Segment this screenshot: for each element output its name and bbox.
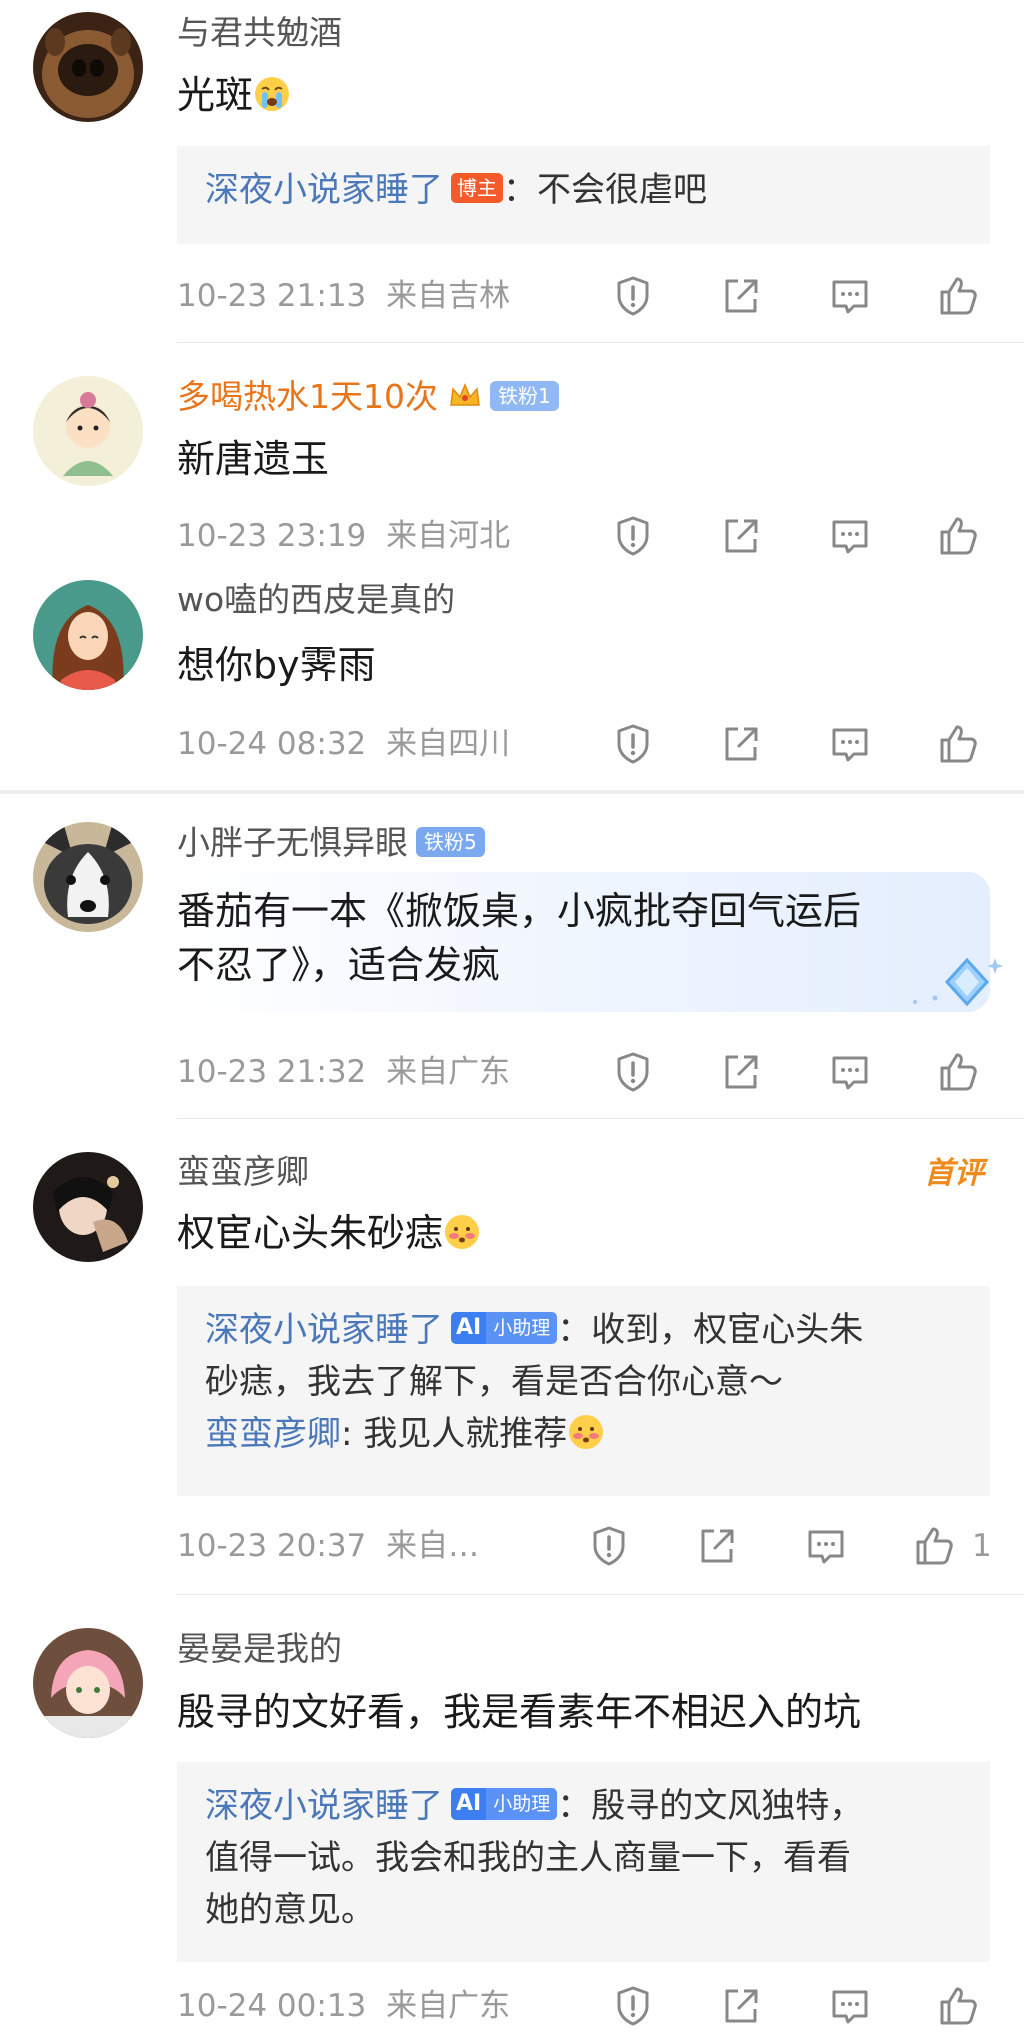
username[interactable]: 与君共勉酒 [177,13,342,53]
avatar[interactable] [33,12,143,122]
fan-badge: 铁粉5 [416,826,485,857]
ai-assistant-tag: AI 小助理 [451,1787,558,1820]
comment-text: 权宦心头朱砂痣 [177,1206,481,1260]
first-comment-tag-text: 首评 [924,1156,984,1191]
comment-text: 番茄有一本《掀饭桌，小疯批夺回气运后 不忍了》，适合发疯 [177,884,861,992]
repost-icon[interactable] [717,272,765,320]
username[interactable]: 多喝热水1天10次 铁粉1 [177,377,559,417]
comment-text-line: 不忍了》，适合发疯 [177,943,501,987]
repost-icon[interactable] [717,1048,765,1096]
sub-reply-text: : 我见人就推荐 [341,1414,568,1454]
sparkle-diamond-icon [913,957,1003,1007]
action-bar [0,1982,1024,2030]
reply-box[interactable]: 深夜小说家睡了 AI 小助理 ：殷寻的文风独特， 值得一试。我会和我的主人商量一下，看… [177,1762,990,1962]
crying-emoji-icon [255,76,290,111]
report-icon[interactable] [609,272,657,320]
fan-badge: 铁粉1 [490,380,559,411]
reply-text: ：殷寻的文风独特， [557,1786,864,1826]
ai-logo-icon: AI [451,1787,487,1820]
comment-icon[interactable] [826,272,874,320]
report-icon[interactable] [609,720,657,768]
action-bar [0,720,1024,768]
username[interactable]: 小胖子无惧异眼 铁粉5 [177,823,485,863]
reply-author[interactable]: 深夜小说家睡了 [205,170,443,210]
ai-tag-label: 小助理 [486,1311,558,1344]
reply-author[interactable]: 深夜小说家睡了 [205,1310,443,1350]
reply-text: ：收到，权宦心头朱 [557,1310,864,1350]
avatar[interactable] [33,1152,143,1262]
like-icon[interactable] [934,512,982,560]
reply-box[interactable]: 深夜小说家睡了 博主 ：不会很虐吧 [177,146,990,244]
blush-emoji-icon [569,1414,604,1449]
username[interactable]: wo嗑的西皮是真的 [177,580,455,620]
reply-text-line: 值得一试。我会和我的主人商量一下，看看 [205,1838,851,1878]
like-icon[interactable] [934,1982,982,2030]
comment-text: 光斑 [177,68,291,122]
avatar[interactable] [33,822,143,932]
report-icon[interactable] [585,1522,633,1570]
avatar[interactable] [33,1628,143,1738]
repost-icon[interactable] [717,1982,765,2030]
divider [177,1118,1024,1119]
comment-text: 殷寻的文好看，我是看素年不相迟入的坑 [177,1690,862,1734]
ai-assistant-tag: AI 小助理 [451,1311,558,1344]
avatar[interactable] [33,376,143,486]
comment-icon[interactable] [826,1048,874,1096]
reply-line: 深夜小说家睡了 AI 小助理 ：殷寻的文风独特， [205,1780,962,1832]
sub-reply-author[interactable]: 蛮蛮彦卿 [205,1414,341,1454]
reply-text-line: 她的意见。 [205,1890,375,1930]
reply-author[interactable]: 深夜小说家睡了 [205,1786,443,1826]
reply-text-line: 砂痣，我去了解下，看是否合你心意～ [205,1362,783,1402]
report-icon[interactable] [609,1982,657,2030]
divider [177,1594,1024,1595]
action-bar: 1 [0,1522,1024,1570]
repost-icon[interactable] [717,720,765,768]
report-icon[interactable] [609,512,657,560]
section-divider [0,790,1024,794]
repost-icon[interactable] [693,1522,741,1570]
like-icon[interactable] [934,720,982,768]
crown-icon [450,382,480,406]
divider [177,342,1024,343]
action-bar [0,1048,1024,1096]
like-count: 1 [972,1528,992,1564]
report-icon[interactable] [609,1048,657,1096]
comment-icon[interactable] [826,512,874,560]
comment-text: 新唐遗玉 [177,437,330,481]
comment-text: 想你by霁雨 [177,643,376,687]
like-icon[interactable] [910,1522,958,1570]
like-icon[interactable] [934,1048,982,1096]
action-bar [0,512,1024,560]
host-tag: 博主 [451,172,503,203]
reply-line: 深夜小说家睡了 AI 小助理 ：收到，权宦心头朱 [205,1304,962,1356]
ai-tag-label: 小助理 [486,1787,558,1820]
repost-icon[interactable] [717,512,765,560]
comment-text-content: 权宦心头朱砂痣 [177,1211,444,1255]
username-text[interactable]: 多喝热水1天10次 [177,377,438,416]
comment-icon[interactable] [802,1522,850,1570]
avatar[interactable] [33,580,143,690]
comment-icon[interactable] [826,720,874,768]
reply-text: ：不会很虐吧 [503,170,707,210]
like-icon[interactable] [934,272,982,320]
first-comment-tag: 首评 [924,1148,984,1192]
username[interactable]: 蛮蛮彦卿 [177,1152,309,1192]
blush-emoji-icon [445,1214,480,1249]
comment-text-content: 光斑 [177,73,254,117]
username-text[interactable]: 小胖子无惧异眼 [177,823,408,862]
comment-text-line: 番茄有一本《掀饭桌，小疯批夺回气运后 [177,889,862,933]
comment-icon[interactable] [826,1982,874,2030]
action-bar [0,272,1024,320]
reply-box[interactable]: 深夜小说家睡了 AI 小助理 ：收到，权宦心头朱 砂痣，我去了解下，看是否合你心意～ … [177,1286,990,1496]
username[interactable]: 晏晏是我的 [177,1629,342,1669]
sub-reply-line: 蛮蛮彦卿: 我见人就推荐 [205,1408,962,1460]
ai-logo-icon: AI [451,1311,487,1344]
